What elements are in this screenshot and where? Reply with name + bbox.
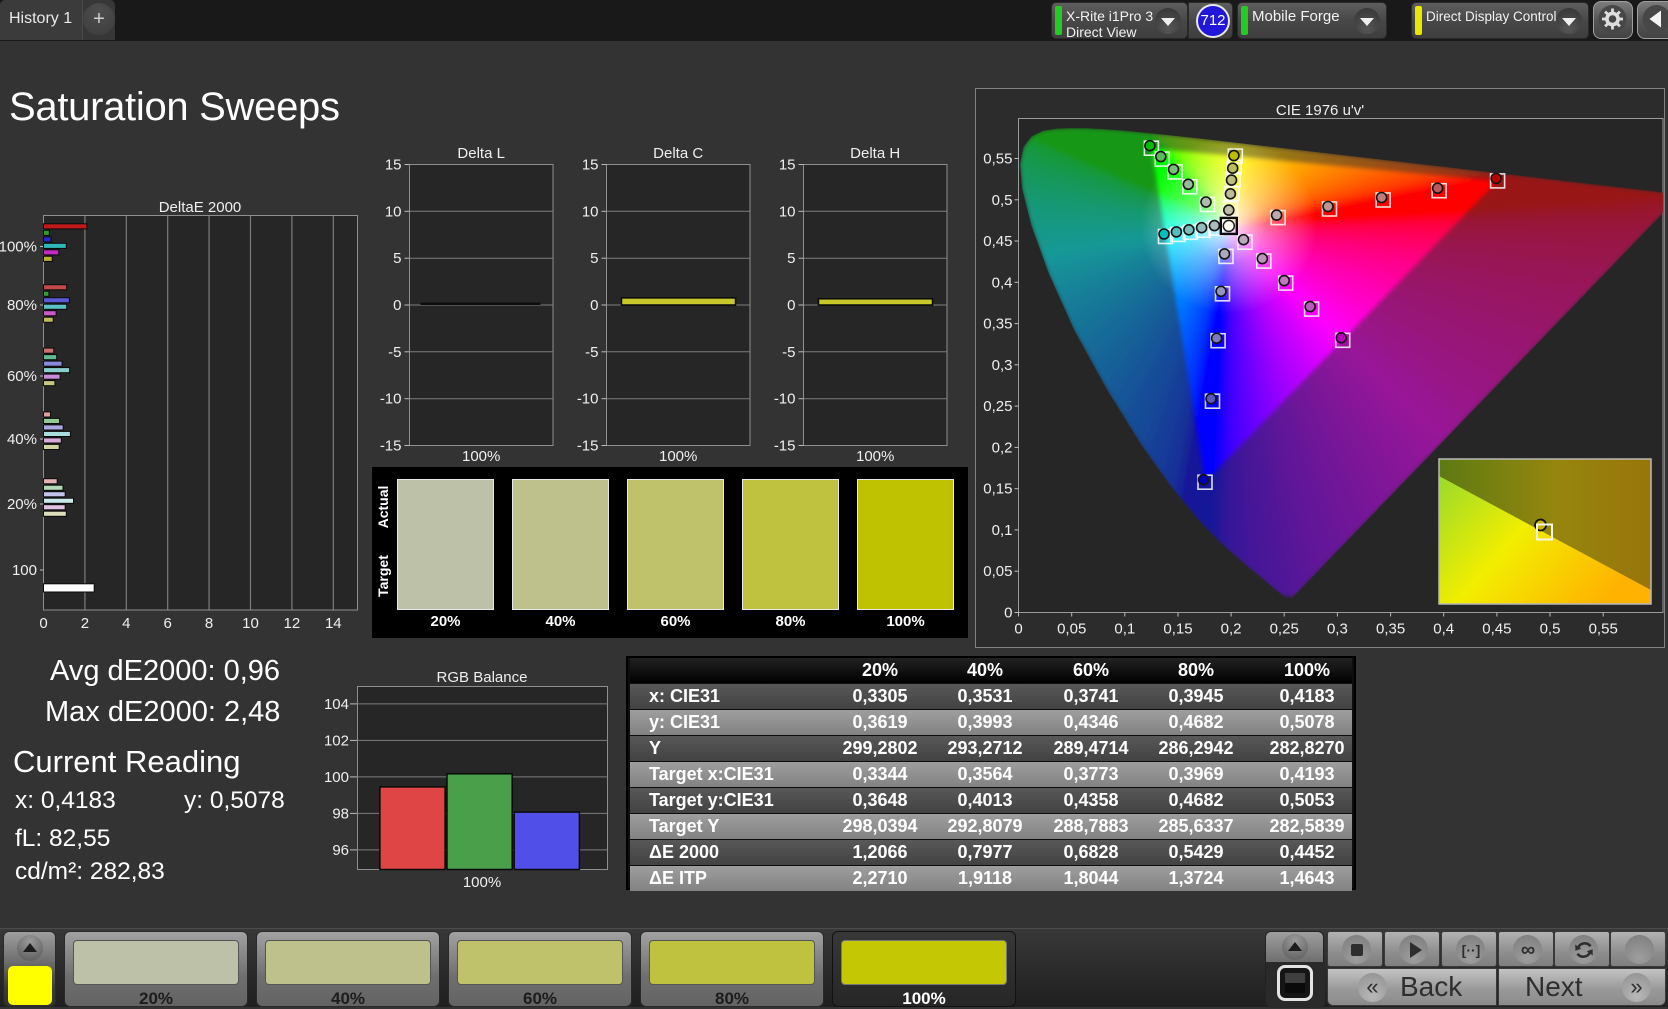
svg-text:0: 0	[1004, 605, 1012, 622]
svg-text:60%: 60%	[7, 368, 37, 385]
svg-text:0: 0	[590, 297, 598, 314]
svg-text:98: 98	[332, 805, 349, 822]
svg-text:10: 10	[385, 203, 402, 220]
svg-text:100%: 100%	[0, 239, 37, 256]
svg-text:0,2: 0,2	[992, 439, 1013, 456]
svg-text:15: 15	[582, 157, 599, 174]
svg-text:12: 12	[284, 615, 301, 632]
svg-text:-10: -10	[380, 391, 402, 408]
svg-text:6: 6	[164, 615, 172, 632]
svg-text:0,3: 0,3	[992, 357, 1013, 374]
svg-text:0,35: 0,35	[1376, 621, 1405, 638]
svg-text:20%: 20%	[7, 496, 37, 513]
svg-text:0,35: 0,35	[983, 316, 1012, 333]
svg-text:15: 15	[385, 157, 402, 174]
svg-text:8: 8	[205, 615, 213, 632]
svg-text:104: 104	[324, 696, 349, 713]
svg-text:10: 10	[582, 203, 599, 220]
svg-text:CIE 1976 u'v': CIE 1976 u'v'	[1276, 102, 1364, 119]
svg-text:5: 5	[787, 250, 795, 267]
svg-text:0,4: 0,4	[1433, 621, 1454, 638]
svg-text:15: 15	[779, 157, 796, 174]
svg-text:0,1: 0,1	[1114, 621, 1135, 638]
svg-text:0,4: 0,4	[992, 274, 1013, 291]
svg-text:0,3: 0,3	[1327, 621, 1348, 638]
svg-text:0,5: 0,5	[992, 192, 1013, 209]
svg-text:RGB Balance: RGB Balance	[437, 669, 528, 686]
svg-text:100%: 100%	[463, 874, 501, 890]
svg-text:0,55: 0,55	[1589, 621, 1618, 638]
svg-text:Delta L: Delta L	[457, 145, 505, 162]
svg-text:0,05: 0,05	[983, 563, 1012, 580]
svg-text:96: 96	[332, 842, 349, 859]
svg-text:0,05: 0,05	[1057, 621, 1086, 638]
svg-text:0: 0	[1014, 621, 1022, 638]
svg-text:0,1: 0,1	[992, 522, 1013, 539]
svg-text:Delta H: Delta H	[850, 145, 900, 162]
svg-text:0,25: 0,25	[1270, 621, 1299, 638]
svg-text:5: 5	[393, 250, 401, 267]
svg-text:-15: -15	[577, 438, 599, 455]
svg-text:100%: 100%	[856, 448, 894, 465]
svg-text:0,45: 0,45	[983, 233, 1012, 250]
svg-text:4: 4	[122, 615, 130, 632]
svg-text:100: 100	[324, 769, 349, 786]
svg-text:-10: -10	[577, 391, 599, 408]
svg-text:0,15: 0,15	[983, 481, 1012, 498]
svg-text:0,45: 0,45	[1482, 621, 1511, 638]
svg-text:5: 5	[590, 250, 598, 267]
svg-text:100%: 100%	[462, 448, 500, 465]
svg-text:100: 100	[12, 562, 37, 579]
svg-text:-5: -5	[388, 344, 401, 361]
svg-text:-10: -10	[774, 391, 796, 408]
svg-text:0: 0	[393, 297, 401, 314]
svg-text:-5: -5	[585, 344, 598, 361]
svg-text:0,55: 0,55	[983, 151, 1012, 168]
svg-text:102: 102	[324, 732, 349, 749]
svg-text:0: 0	[787, 297, 795, 314]
svg-text:40%: 40%	[7, 431, 37, 448]
svg-text:-5: -5	[782, 344, 795, 361]
svg-text:-15: -15	[380, 438, 402, 455]
svg-text:Delta C: Delta C	[653, 145, 703, 162]
svg-text:0,25: 0,25	[983, 398, 1012, 415]
svg-text:14: 14	[325, 615, 342, 632]
svg-text:100%: 100%	[659, 448, 697, 465]
svg-text:0,5: 0,5	[1540, 621, 1561, 638]
svg-text:0: 0	[39, 615, 47, 632]
svg-text:0,2: 0,2	[1221, 621, 1242, 638]
svg-text:10: 10	[779, 203, 796, 220]
svg-text:DeltaE 2000: DeltaE 2000	[159, 199, 242, 216]
svg-text:0,15: 0,15	[1163, 621, 1192, 638]
svg-text:-15: -15	[774, 438, 796, 455]
svg-text:80%: 80%	[7, 297, 37, 314]
svg-text:2: 2	[81, 615, 89, 632]
svg-text:10: 10	[242, 615, 259, 632]
